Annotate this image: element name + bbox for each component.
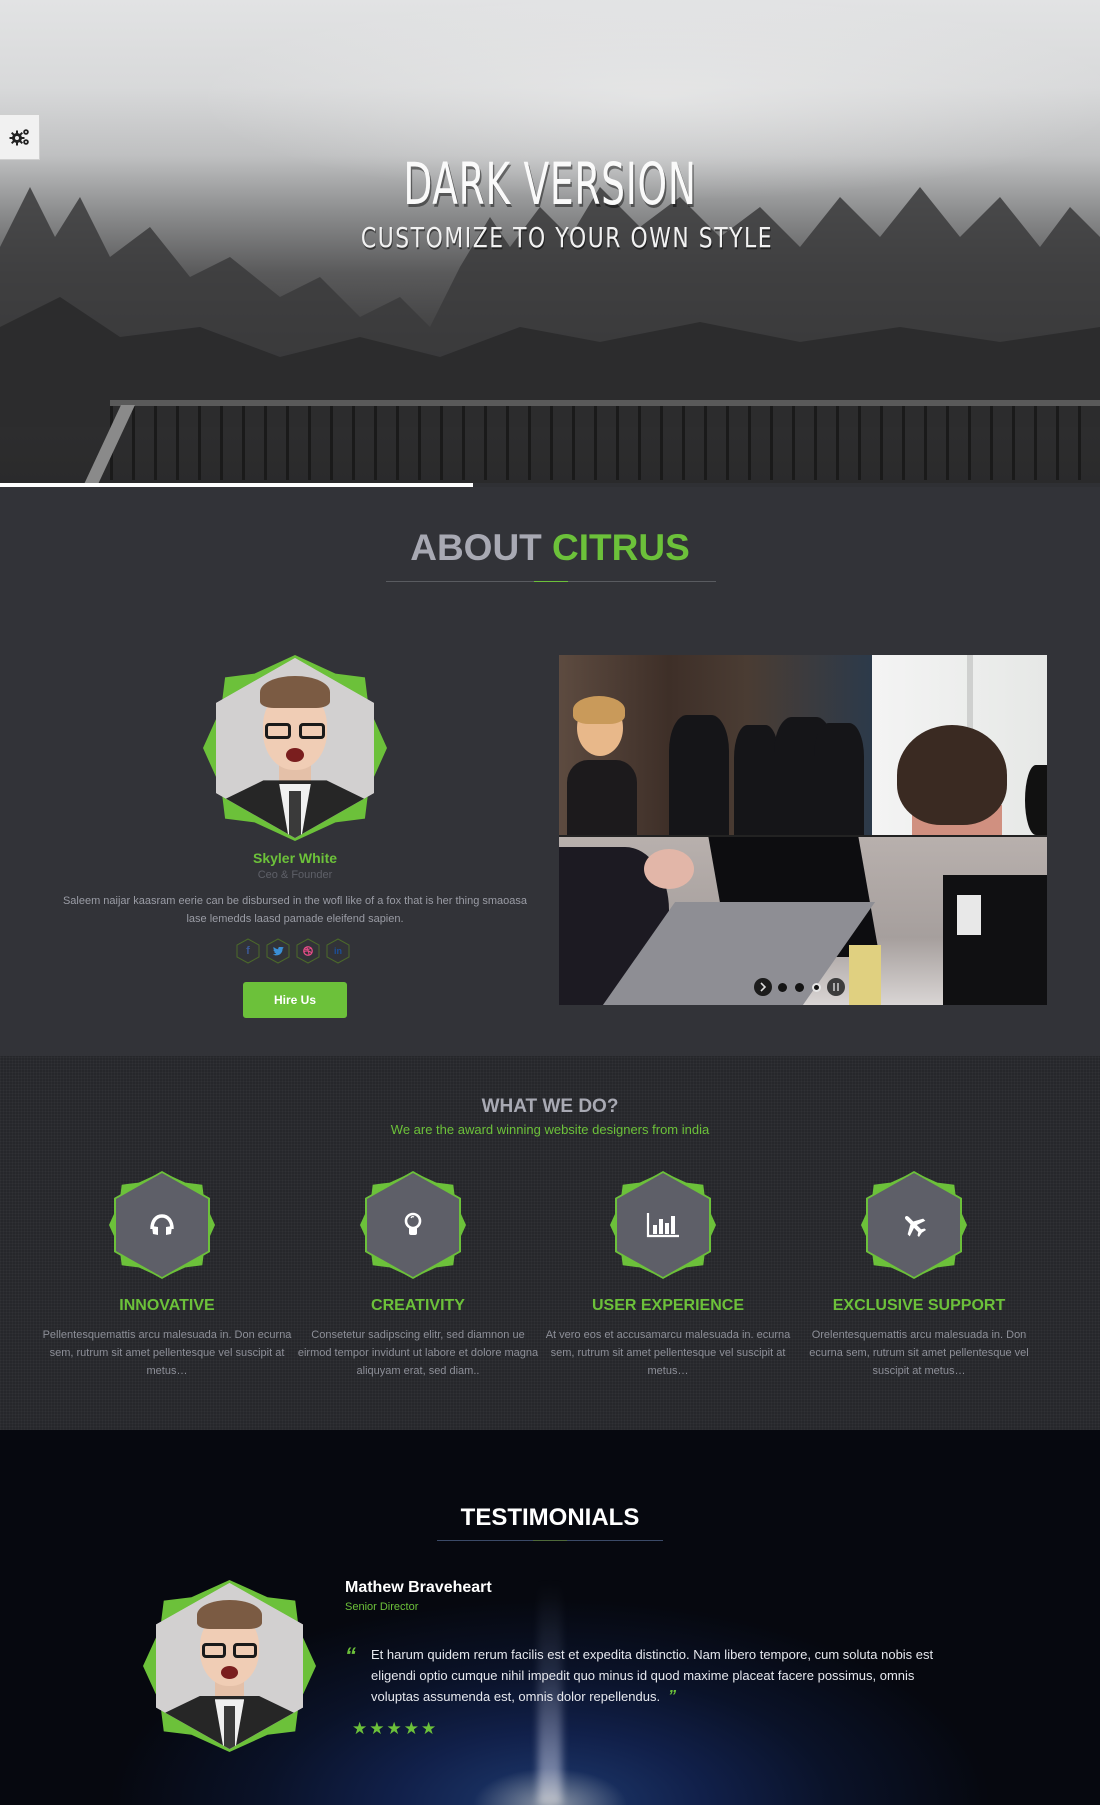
service-name: CREATIVITY [371,1297,465,1314]
service-icon-badge [610,1171,716,1279]
slider-dot[interactable] [812,982,821,992]
slider-dot[interactable] [795,982,804,992]
star-icon: ★ [369,1719,385,1738]
about-title-plain: ABOUT [410,527,553,568]
member-role: Ceo & Founder [257,869,333,881]
about-title-highlight: CITRUS [552,527,690,568]
linkedin-icon: in [334,946,342,956]
hero-title: DARK VERSION [403,150,697,218]
service-icon-badge [109,1171,215,1279]
airplane-icon [904,1215,927,1238]
service-name: EXCLUSIVE SUPPORT [832,1297,1006,1314]
slide-photo-desk-worker [872,655,1047,835]
about-title: ABOUT CITRUS [0,527,1100,569]
service-name: USER EXPERIENCE [591,1297,745,1314]
testimonial-quote-text: Et harum quidem rerum facilis est et exp… [371,1647,934,1704]
bar-chart-icon [646,1213,679,1238]
light-glow [440,1730,660,1805]
services-title: WHAT WE DO? [481,1096,619,1117]
testimonial-quote: Et harum quidem rerum facilis est et exp… [371,1644,946,1707]
quote-open-icon: “ [345,1643,356,1668]
member-name: Skyler White [252,850,338,866]
services-subtitle: We are the award winning website designe… [390,1122,710,1137]
facebook-icon: f [246,945,250,957]
slider-next-button[interactable] [754,978,772,996]
testimonial-author-name: Mathew Braveheart [345,1579,492,1596]
dribbble-icon [303,946,313,956]
member-avatar [203,655,387,841]
services-section: WHAT WE DO? We are the award winning web… [0,1056,1100,1430]
testimonial-avatar [143,1580,316,1752]
title-underline [386,581,716,582]
style-switcher-toggle[interactable] [0,114,40,160]
pause-icon-bar [833,983,835,991]
hire-us-button[interactable]: Hire Us [243,982,347,1018]
slider-dots [778,982,821,992]
twitter-link[interactable] [266,938,290,964]
service-description: Pellentesquemattis arcu malesuada in. Do… [42,1329,292,1377]
title-underline [437,1540,663,1541]
slide-photo-office-crowd [559,655,872,835]
service-description: At vero eos et accusamarcu malesuada in.… [545,1329,791,1377]
testimonial-author-role: Senior Director [345,1601,419,1613]
lightbulb-icon [404,1212,422,1235]
service-icon-badge [861,1171,967,1279]
service-description: Consetetur sadipscing elitr, sed diamnon… [297,1329,539,1377]
social-links: f in [236,938,350,964]
pause-icon-bar [837,983,839,991]
about-section: ABOUT CITRUS Skyler White Ceo & Founder … [0,487,1100,1056]
testimonials-title: TESTIMONIALS [460,1504,640,1531]
title-underline-accent [533,1540,567,1541]
slider-dot[interactable] [778,982,787,992]
star-icon: ★ [403,1719,419,1738]
slider-pause-button[interactable] [827,978,845,996]
quote-close-icon: ” [668,1688,677,1705]
service-name: INNOVATIVE [119,1297,215,1314]
facebook-link[interactable]: f [236,938,260,964]
slider-controls [754,978,845,996]
star-icon: ★ [386,1719,402,1738]
hero-banner: DARK VERSION CUSTOMIZE TO YOUR OWN STYLE [0,0,1100,487]
railing [110,400,1100,480]
gears-icon [9,129,29,146]
linkedin-link[interactable]: in [326,938,350,964]
team-photo-slider[interactable] [559,655,1047,1005]
headphones-icon [150,1214,174,1235]
title-underline-accent [534,581,568,582]
star-icon: ★ [421,1719,437,1738]
dribbble-link[interactable] [296,938,320,964]
service-description: Orelentesquemattis arcu malesuada in. Do… [809,1329,1029,1377]
service-icon-badge [360,1171,466,1279]
star-rating: ★ ★ ★ ★ ★ [352,1720,436,1737]
member-bio: Saleem naijar kaasram eerie can be disbu… [62,895,528,925]
hero-subtitle: CUSTOMIZE TO YOUR OWN STYLE [360,221,774,254]
star-icon: ★ [352,1719,368,1738]
twitter-icon [272,946,284,955]
chevron-right-icon [760,982,767,992]
testimonials-section: TESTIMONIALS Mathew Braveheart Senior Di… [0,1430,1100,1805]
